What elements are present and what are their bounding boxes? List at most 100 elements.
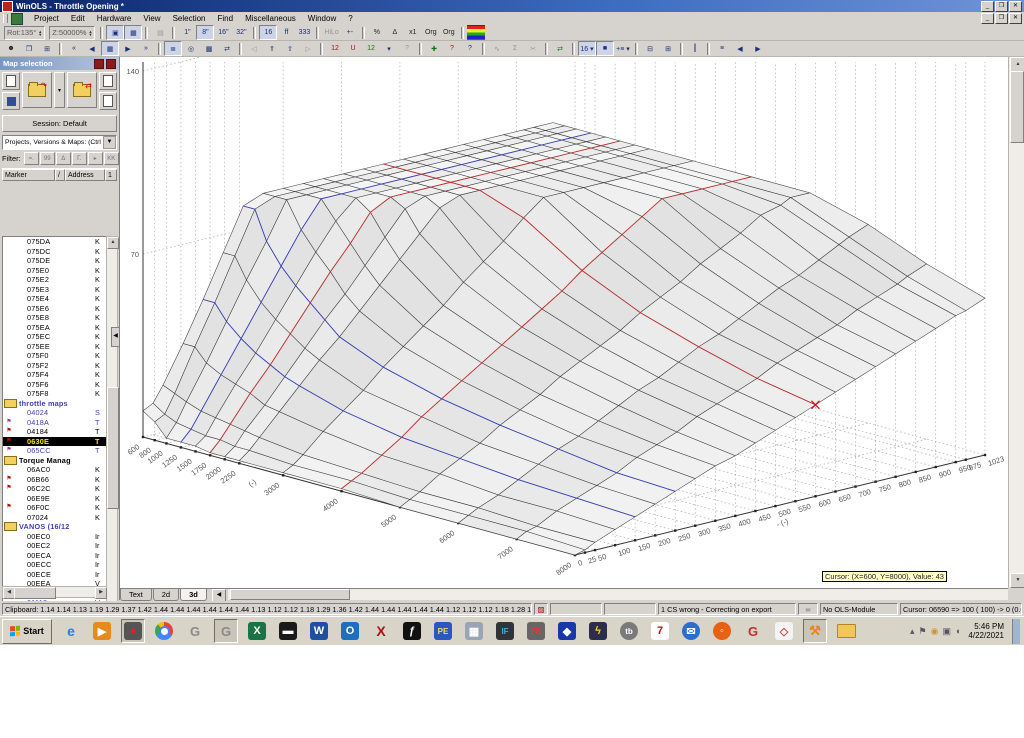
panel-vertical-scrollbar[interactable]: ▲ ▼ bbox=[106, 236, 119, 641]
offset-combo[interactable]: +≡ ▾ bbox=[614, 41, 632, 56]
child-close-button[interactable]: ✕ bbox=[1009, 13, 1022, 24]
session-button[interactable]: Session: Default bbox=[2, 115, 117, 132]
map-list-row[interactable]: 075F0 K bbox=[3, 351, 107, 361]
calculator-icon[interactable]: ▦ bbox=[462, 619, 486, 643]
close-map-button[interactable] bbox=[99, 92, 118, 110]
gclamp-color-icon[interactable]: G bbox=[741, 619, 765, 643]
main-vertical-scrollbar[interactable]: ▲ ▼ bbox=[1008, 57, 1024, 588]
tab-3d[interactable]: 3d bbox=[180, 589, 207, 601]
measure-3d-icon[interactable]: ◇ bbox=[772, 619, 796, 643]
map-grid-icon[interactable]: ▦ bbox=[101, 41, 119, 56]
delta-icon[interactable]: Δ bbox=[386, 25, 404, 40]
map-list-row[interactable]: 075EE K bbox=[3, 342, 107, 352]
map-list-row[interactable]: 06E9E K bbox=[3, 494, 107, 504]
tray-update-icon[interactable]: ◉ bbox=[931, 626, 939, 637]
flash-icon[interactable]: ϟ bbox=[586, 619, 610, 643]
tray-expand-icon[interactable]: ▴ bbox=[910, 626, 915, 637]
if-icon[interactable]: IF bbox=[493, 619, 517, 643]
map-list-row[interactable]: 075F8 K bbox=[3, 389, 107, 399]
width-combo[interactable]: 16 ▾ bbox=[578, 41, 596, 56]
scrollbar-thumb[interactable] bbox=[229, 589, 350, 600]
save-button[interactable] bbox=[2, 92, 20, 110]
child-minimize-button[interactable]: _ bbox=[981, 13, 994, 24]
map-list-row[interactable]: ⚑ 06B66 K bbox=[3, 475, 107, 485]
kk-filter-icon[interactable]: KK bbox=[103, 152, 119, 165]
grid-333-icon[interactable]: 333 bbox=[295, 25, 313, 40]
checksum-icon[interactable]: Σ bbox=[506, 41, 524, 56]
import-project-button[interactable]: ⇄ bbox=[66, 72, 98, 108]
start-button[interactable]: Start bbox=[2, 618, 52, 644]
map-list-row[interactable]: 075F4 K bbox=[3, 370, 107, 380]
map-list-row[interactable]: 075DE K bbox=[3, 256, 107, 266]
gclamp2-icon[interactable]: G bbox=[214, 619, 238, 643]
menu-selection[interactable]: Selection bbox=[167, 13, 212, 24]
new-version-button[interactable] bbox=[2, 72, 20, 90]
nav-left-icon[interactable]: ◀ bbox=[731, 41, 749, 56]
spinner-arrows[interactable]: ▲ ▼ bbox=[38, 29, 42, 36]
column-slash[interactable]: / bbox=[55, 169, 65, 181]
menu-hardware[interactable]: Hardware bbox=[91, 13, 138, 24]
tray-volume-icon[interactable]: ◖ bbox=[955, 626, 960, 636]
map-list-row[interactable]: 075DC K bbox=[3, 247, 107, 257]
map-list-row[interactable]: 00ECC Ir bbox=[3, 560, 107, 570]
value-colors-icon[interactable]: ≡ bbox=[466, 25, 485, 40]
panel-pin-button[interactable] bbox=[94, 58, 104, 69]
outlook-icon[interactable]: O bbox=[338, 619, 362, 643]
winols-taskbar-icon[interactable]: ● bbox=[121, 619, 145, 643]
mail-circle-icon[interactable]: ✉ bbox=[679, 619, 703, 643]
redo-icon[interactable]: ▷ bbox=[299, 41, 317, 56]
menu-find[interactable]: Find bbox=[212, 13, 240, 24]
write-eprom-icon[interactable]: ⇑ bbox=[263, 41, 281, 56]
map-list-row[interactable]: 07024 K bbox=[3, 513, 107, 523]
map-list-row[interactable]: 075DA K bbox=[3, 237, 107, 247]
folder-icon[interactable] bbox=[834, 619, 858, 643]
map-list-row[interactable]: 00EC0 Ir bbox=[3, 532, 107, 542]
scissors-icon[interactable]: ✂ bbox=[524, 41, 542, 56]
scroll-up-icon[interactable]: ▲ bbox=[107, 237, 119, 249]
grid-16-icon[interactable]: 16 bbox=[259, 25, 278, 40]
delta-filter-icon[interactable]: Δ bbox=[55, 152, 71, 165]
org-org-icon[interactable]: Org bbox=[440, 25, 458, 40]
chip-fb-icon[interactable]: FB bbox=[524, 619, 548, 643]
marker-12-red-icon[interactable]: 12 bbox=[326, 41, 344, 56]
map-list-row[interactable]: 00EC2 Ir bbox=[3, 541, 107, 551]
column-sort[interactable]: 1 bbox=[105, 169, 117, 181]
xvi32-icon[interactable]: X bbox=[369, 619, 393, 643]
scroll-up-icon[interactable]: ▲ bbox=[1010, 57, 1024, 72]
scroll-down-icon[interactable]: ▼ bbox=[1010, 573, 1024, 588]
first-map-icon[interactable]: « bbox=[65, 41, 83, 56]
7zip-icon[interactable]: 7 bbox=[648, 619, 672, 643]
map-list-row[interactable]: 075EC K bbox=[3, 332, 107, 342]
word-icon[interactable]: W bbox=[307, 619, 331, 643]
close-button[interactable]: ✕ bbox=[1009, 0, 1022, 12]
excel-icon[interactable]: X bbox=[245, 619, 269, 643]
spinner-arrows[interactable]: ▲ ▼ bbox=[88, 29, 92, 36]
panel-close-button[interactable] bbox=[106, 58, 116, 69]
orange-circle-icon[interactable]: ◦ bbox=[710, 619, 734, 643]
map-group-row[interactable]: VANOS (16/12 bbox=[3, 522, 107, 532]
map-group-row[interactable]: Torque Manag bbox=[3, 456, 107, 466]
script-icon[interactable]: ƒ bbox=[400, 619, 424, 643]
media-player-icon[interactable]: ▶ bbox=[90, 619, 114, 643]
window-3d-icon[interactable]: ▦ bbox=[124, 25, 143, 40]
map-group-row[interactable]: throttle maps bbox=[3, 399, 107, 409]
insert-map-icon[interactable]: ✚ bbox=[425, 41, 443, 56]
gamma-filter-icon[interactable]: Γ. bbox=[71, 152, 87, 165]
menu-window[interactable]: Window bbox=[302, 13, 342, 24]
blue-square-icon[interactable]: ■ bbox=[596, 41, 614, 56]
tile-windows-icon[interactable]: ⊞ bbox=[38, 41, 56, 56]
window-2d-icon[interactable]: ▣ bbox=[106, 25, 125, 40]
align-icon[interactable]: ≡ bbox=[713, 41, 731, 56]
menu-miscellaneous[interactable]: Miscellaneous bbox=[239, 13, 302, 24]
grid-ff-icon[interactable]: ff bbox=[277, 25, 295, 40]
view-32bit-icon[interactable]: 32" bbox=[232, 25, 250, 40]
map-list-row[interactable]: 075F6 K bbox=[3, 380, 107, 390]
nav-right-icon[interactable]: ▶ bbox=[749, 41, 767, 56]
map-list-row[interactable]: 075E2 K bbox=[3, 275, 107, 285]
map-list-row[interactable]: ⚑ 065CC T bbox=[3, 446, 107, 456]
menu-view[interactable]: View bbox=[137, 13, 166, 24]
flag-filter-icon[interactable]: ▸ bbox=[87, 152, 103, 165]
prev-map-icon[interactable]: ◀ bbox=[83, 41, 101, 56]
undo-icon[interactable]: ◁ bbox=[245, 41, 263, 56]
scrollbar-thumb[interactable] bbox=[1010, 71, 1024, 143]
